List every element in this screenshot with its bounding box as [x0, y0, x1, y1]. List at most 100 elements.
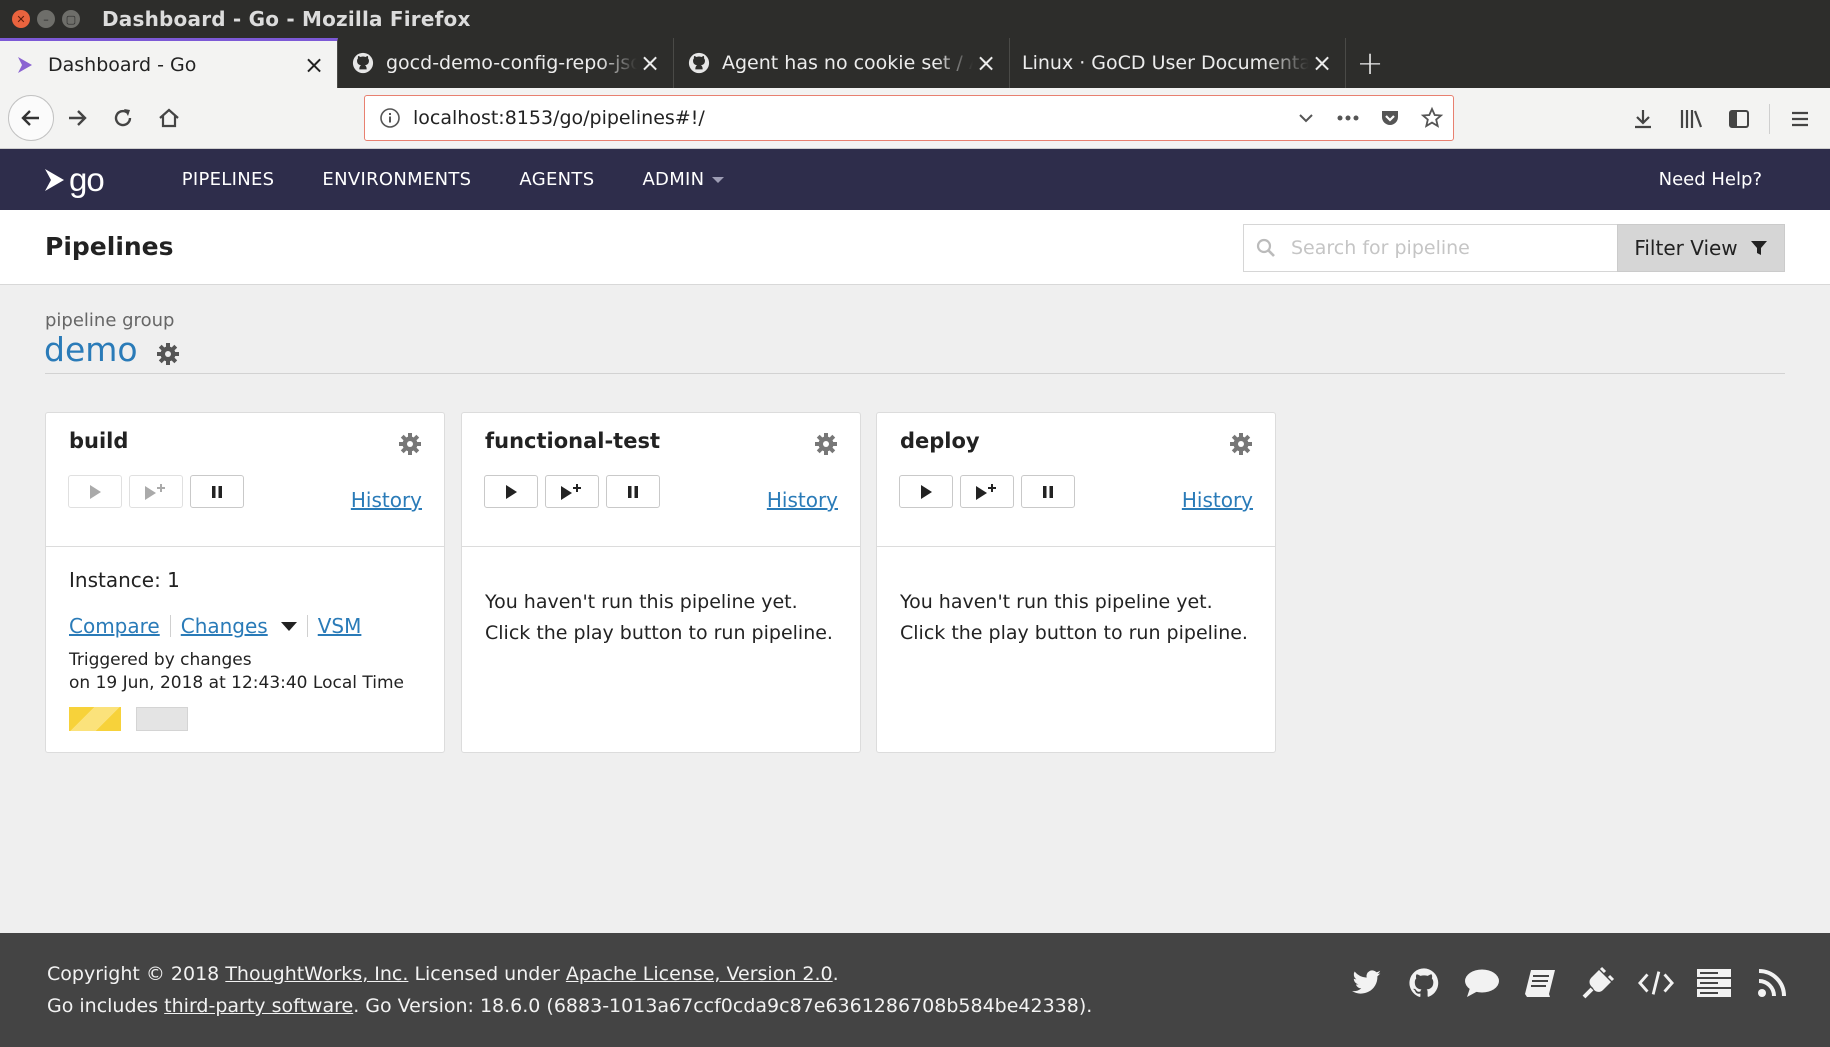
menu-button[interactable]: [1776, 96, 1824, 142]
window-minimize-button[interactable]: –: [37, 10, 55, 28]
nav-agents[interactable]: AGENTS: [519, 169, 594, 190]
no-runs-message: You haven't run this pipeline yet. Click…: [485, 591, 833, 644]
license-link[interactable]: Apache License, Version 2.0: [566, 963, 833, 985]
vsm-link[interactable]: VSM: [318, 614, 362, 638]
stage-idle[interactable]: [136, 707, 188, 731]
need-help-link[interactable]: Need Help?: [1659, 169, 1762, 190]
filter-view-button[interactable]: Filter View: [1617, 224, 1785, 272]
tab-agent-cookie[interactable]: Agent has no cookie set / A ×: [674, 38, 1010, 88]
close-icon[interactable]: ×: [637, 49, 663, 77]
sidebar-button[interactable]: [1715, 96, 1763, 142]
trigger-button[interactable]: [484, 475, 538, 508]
reload-button[interactable]: [100, 95, 146, 141]
home-icon: [159, 108, 179, 128]
new-tab-button[interactable]: +: [1346, 38, 1394, 88]
pipeline-card-deploy: deploy History You haven't run this pipe…: [876, 412, 1276, 753]
trigger-with-options-button[interactable]: [960, 475, 1014, 508]
pipeline-name[interactable]: build: [69, 429, 128, 453]
nav-admin-label: ADMIN: [642, 169, 705, 190]
arrow-right-icon: [69, 110, 87, 126]
rss-icon[interactable]: [1754, 965, 1790, 1001]
footer-copyright: Copyright © 2018 ThoughtWorks, Inc. Lice…: [47, 963, 839, 985]
tab-config-repo[interactable]: gocd-demo-config-repo-jso ×: [338, 38, 674, 88]
history-link[interactable]: History: [767, 488, 838, 512]
pocket-icon: [1382, 111, 1398, 125]
search-input[interactable]: [1291, 237, 1591, 259]
url-bar[interactable]: localhost:8153/go/pipelines#!/: [364, 95, 1454, 141]
nav-environments[interactable]: ENVIRONMENTS: [322, 169, 471, 190]
footer-icons: [1348, 965, 1790, 1001]
third-party-link[interactable]: third-party software: [164, 995, 353, 1017]
nav-pipelines[interactable]: PIPELINES: [182, 169, 275, 190]
url-dropdown-button[interactable]: [1285, 97, 1327, 139]
back-button[interactable]: [8, 95, 54, 141]
github-icon: [352, 52, 374, 74]
toolbar-divider: [1769, 103, 1770, 134]
stage-building[interactable]: [69, 707, 121, 731]
twitter-icon[interactable]: [1348, 965, 1384, 1001]
no-runs-message: You haven't run this pipeline yet. Click…: [900, 591, 1248, 644]
trigger-with-options-button[interactable]: [129, 475, 183, 508]
triggered-on: on 19 Jun, 2018 at 12:43:40 Local Time: [69, 673, 404, 693]
trigger-with-options-button[interactable]: [545, 475, 599, 508]
pause-button[interactable]: [606, 475, 660, 508]
tab-dashboard[interactable]: Dashboard - Go ×: [0, 38, 338, 88]
group-divider: [45, 373, 1785, 374]
pipeline-search[interactable]: [1243, 224, 1618, 272]
library-icon: [1680, 109, 1703, 128]
window-close-button[interactable]: ✕: [12, 10, 30, 28]
footer: Copyright © 2018 ThoughtWorks, Inc. Lice…: [0, 933, 1830, 1047]
changes-link[interactable]: Changes: [181, 614, 268, 638]
browser-tab-strip: Dashboard - Go × gocd-demo-config-repo-j…: [0, 38, 1830, 88]
instance-label: Instance: 1: [69, 568, 180, 592]
chat-icon[interactable]: [1464, 965, 1500, 1001]
pipeline-name[interactable]: deploy: [900, 429, 980, 453]
play-plus-icon: [561, 483, 581, 500]
forward-button[interactable]: [54, 95, 100, 141]
page-actions-button[interactable]: [1327, 97, 1369, 139]
tab-label: Agent has no cookie set / A: [722, 52, 973, 74]
gocd-logo[interactable]: go: [43, 161, 105, 199]
window-titlebar: ✕ – ▢ Dashboard - Go - Mozilla Firefox: [0, 0, 1830, 38]
chevron-down-icon: [712, 176, 725, 183]
caret-down-icon[interactable]: [280, 621, 297, 631]
trigger-button[interactable]: [68, 475, 122, 508]
trigger-button[interactable]: [899, 475, 953, 508]
footer-version: Go includes third-party software. Go Ver…: [47, 995, 1092, 1017]
pause-button[interactable]: [190, 475, 244, 508]
api-icon[interactable]: [1638, 965, 1674, 1001]
downloads-button[interactable]: [1619, 96, 1667, 142]
home-button[interactable]: [146, 95, 192, 141]
bookmark-button[interactable]: [1411, 97, 1453, 139]
close-icon[interactable]: ×: [1309, 49, 1335, 77]
close-icon[interactable]: ×: [973, 49, 999, 77]
plugin-icon[interactable]: [1580, 965, 1616, 1001]
compare-link[interactable]: Compare: [69, 614, 160, 638]
history-link[interactable]: History: [351, 488, 422, 512]
info-icon[interactable]: [379, 107, 401, 129]
pause-icon: [628, 485, 638, 498]
gear-icon[interactable]: [156, 342, 180, 366]
url-text[interactable]: localhost:8153/go/pipelines#!/: [413, 107, 1285, 129]
gear-icon[interactable]: [814, 432, 838, 456]
github-icon[interactable]: [1406, 965, 1442, 1001]
nav-admin[interactable]: ADMIN: [642, 169, 725, 190]
window-maximize-button[interactable]: ▢: [62, 10, 80, 28]
library-button[interactable]: [1667, 96, 1715, 142]
pipeline-card-functional-test: functional-test History You haven't run …: [461, 412, 861, 753]
history-link[interactable]: History: [1182, 488, 1253, 512]
docs-icon[interactable]: [1522, 965, 1558, 1001]
search-icon: [1256, 238, 1275, 257]
thoughtworks-link[interactable]: ThoughtWorks, Inc.: [225, 963, 408, 985]
stage-bar: [69, 707, 421, 731]
page-header: Pipelines Filter View: [0, 210, 1830, 285]
close-icon[interactable]: ×: [301, 51, 327, 79]
pocket-button[interactable]: [1369, 97, 1411, 139]
pipeline-group-name[interactable]: demo: [44, 330, 138, 369]
pipeline-name[interactable]: functional-test: [485, 429, 660, 453]
gear-icon[interactable]: [1229, 432, 1253, 456]
server-icon[interactable]: [1696, 965, 1732, 1001]
gear-icon[interactable]: [398, 432, 422, 456]
tab-gocd-docs[interactable]: Linux · GoCD User Documentati ×: [1010, 38, 1346, 88]
pause-button[interactable]: [1021, 475, 1075, 508]
